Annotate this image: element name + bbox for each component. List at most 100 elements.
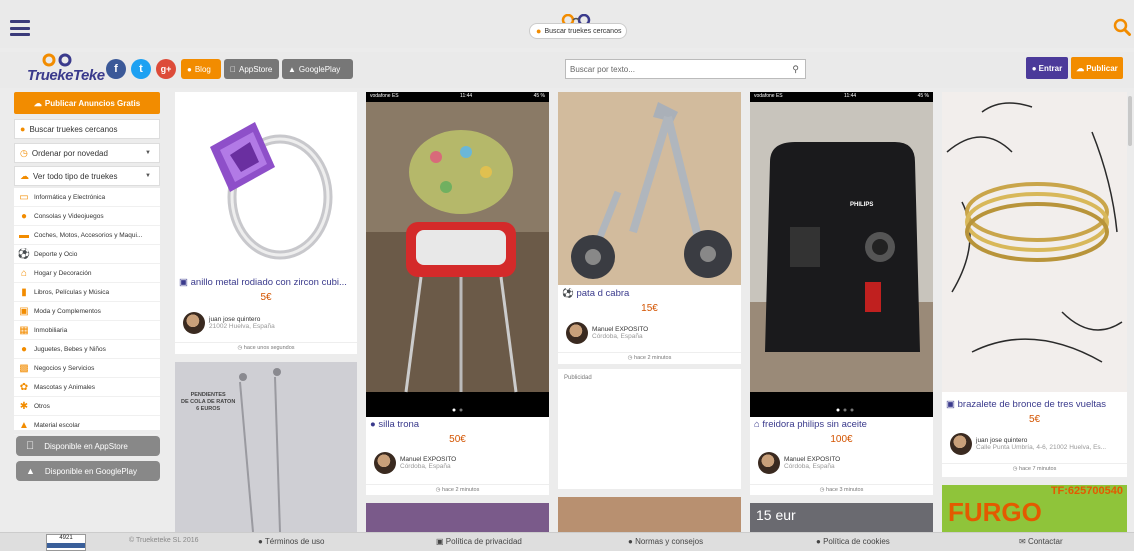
menu-icon[interactable] xyxy=(10,20,30,36)
footer-cookies-link[interactable]: ● Política de cookies xyxy=(816,537,890,546)
footer-privacy-link[interactable]: ▣ Política de privacidad xyxy=(436,537,522,546)
seller-name: Manuel EXPOSITO xyxy=(784,456,841,463)
listing-title[interactable]: ▣ anillo metal rodiado con zircon cubi..… xyxy=(179,277,355,288)
footer-terms-link[interactable]: ● Términos de uso xyxy=(258,537,325,546)
listing-price: 15€ xyxy=(641,303,658,314)
listing-image[interactable] xyxy=(942,92,1127,392)
nearby-pill-label: Buscar truekes cercanos xyxy=(544,27,622,35)
category-item[interactable]: ▩ Negocios y Servicios xyxy=(14,359,160,378)
listing-image[interactable] xyxy=(558,92,741,285)
avatar[interactable] xyxy=(950,433,972,455)
seller-info[interactable]: juan jose quintero Calle Punta Umbría, 4-… xyxy=(950,433,1106,455)
seller-info[interactable]: Manuel EXPOSITO Córdoba, España xyxy=(758,452,840,474)
twitter-icon[interactable]: t xyxy=(131,59,151,79)
brand-name[interactable]: TruekeTeke xyxy=(27,67,105,84)
category-label: Consolas y Videojuegos xyxy=(34,212,104,220)
category-item[interactable]: ● Consolas y Videojuegos xyxy=(14,207,160,226)
ad-label: Publicidad xyxy=(564,375,592,381)
category-label: Libros, Películas y Música xyxy=(34,288,110,296)
nearby-filter[interactable]: ● Buscar truekes cercanos xyxy=(14,119,160,139)
publish-free-button[interactable]: ☁ Publicar Anuncios Gratis xyxy=(14,92,160,114)
listing-image[interactable] xyxy=(175,362,357,532)
category-item[interactable]: ▬ Coches, Motos, Accesorios y Maqui... xyxy=(14,226,160,245)
listing-image[interactable] xyxy=(366,102,549,417)
google-plus-icon[interactable]: g+ xyxy=(156,59,176,79)
category-item[interactable]: ✿ Mascotas y Animales xyxy=(14,378,160,397)
avatar[interactable] xyxy=(374,452,396,474)
listing-card[interactable]: vodafone ES 11:44 45 % ● silla trona 50€ M… xyxy=(366,92,549,495)
posted-time-text: hace 7 minutos xyxy=(1019,466,1057,472)
search-input[interactable]: Buscar por texto... ⚲ xyxy=(565,59,806,79)
listing-title[interactable]: ⚽ pata d cabra xyxy=(562,288,738,299)
listing-price: 5€ xyxy=(1028,414,1041,425)
search-icon[interactable] xyxy=(1113,18,1131,36)
avatar[interactable] xyxy=(758,452,780,474)
login-button[interactable]: ● Entrar xyxy=(1026,57,1068,79)
posted-time: ◷ hace 7 minutos xyxy=(942,463,1127,472)
nearby-label: Buscar truekes cercanos xyxy=(29,124,118,134)
appstore-badge[interactable]:  Disponible en AppStore xyxy=(16,436,160,456)
category-item[interactable]: ▲ Material escolar xyxy=(14,416,160,435)
envelope-icon: ✉ xyxy=(1019,537,1026,546)
listing-title-text: pata d cabra xyxy=(576,288,630,299)
googleplay-badge[interactable]: ▲ Disponible en GooglePlay xyxy=(16,461,160,481)
price-banner[interactable]: 15 eur xyxy=(750,503,933,532)
listing-price: 50€ xyxy=(449,434,466,445)
gamepad-icon: ● xyxy=(20,210,28,222)
seller-info[interactable]: Manuel EXPOSITO Córdoba, España xyxy=(374,452,456,474)
listing-title[interactable]: ● silla trona xyxy=(370,419,546,430)
listing-card[interactable]: ▣ anillo metal rodiado con zircon cubi..… xyxy=(175,92,357,354)
listing-card[interactable]: ▣ brazalete de bronce de tres vueltas 5€… xyxy=(942,92,1127,477)
briefcase-icon: ▩ xyxy=(19,362,29,374)
category-item[interactable]: ● Juguetes, Bebes y Niños xyxy=(14,340,160,359)
listing-card[interactable]: PENDIENTES DE COLA DE RATON 6 EUROS xyxy=(175,362,357,532)
seller-name: Manuel EXPOSITO xyxy=(592,326,649,333)
phone-banner-text: TF:625700540 xyxy=(1050,485,1123,497)
category-item[interactable]: ✱ Otros xyxy=(14,397,160,416)
bag-icon: ▣ xyxy=(179,277,188,288)
seller-info[interactable]: juan jose quintero 21002 Huelva, España xyxy=(183,312,275,334)
nearby-pill[interactable]: ● Buscar truekes cercanos xyxy=(529,23,627,39)
footer-rules-link[interactable]: ● Normas y consejos xyxy=(628,537,703,546)
listing-title[interactable]: ▣ brazalete de bronce de tres vueltas xyxy=(946,399,1126,410)
type-select[interactable]: ☁ Ver todo tipo de truekes ▼ xyxy=(14,166,160,186)
category-item[interactable]: ▮ Libros, Películas y Música xyxy=(14,283,160,302)
upload-cloud-icon: ☁ xyxy=(33,98,42,108)
blog-button[interactable]: ● Blog xyxy=(181,59,221,79)
listing-title[interactable]: ⌂ freidora philips sin aceite xyxy=(754,419,930,430)
seller-info[interactable]: Manuel EXPOSITO Córdoba, España xyxy=(566,322,648,344)
paw-icon: ✿ xyxy=(19,381,29,393)
seller-location: Córdoba, España xyxy=(784,463,835,470)
scrollbar-thumb[interactable] xyxy=(1128,96,1132,146)
appstore-button[interactable]: AppStore xyxy=(224,59,279,79)
googleplay-button[interactable]: ▲ GooglePlay xyxy=(282,59,353,79)
avatar[interactable] xyxy=(566,322,588,344)
avatar[interactable] xyxy=(183,312,205,334)
ad-banner[interactable]: TF:625700540 FURGO xyxy=(942,485,1127,532)
category-item[interactable]: ⚽ Deporte y Ocio xyxy=(14,245,160,264)
seller-name: juan jose quintero xyxy=(976,437,1028,444)
category-item[interactable]: ⌂ Hogar y Decoración xyxy=(14,264,160,283)
sort-select[interactable]: ◷ Ordenar por novedad ▼ xyxy=(14,143,160,163)
facebook-icon[interactable]: f xyxy=(106,59,126,79)
listing-image-partial[interactable] xyxy=(558,497,741,532)
footer-contact-link[interactable]: ✉ Contactar xyxy=(1019,537,1063,546)
category-label: Moda y Complementos xyxy=(34,307,101,315)
listing-card[interactable]: vodafone ES 11:44 45 % PHILIPS ⌂ freidora … xyxy=(750,92,933,495)
listing-image[interactable] xyxy=(750,102,933,417)
category-item[interactable]: ▭ Informática y Electrónica xyxy=(14,188,160,207)
listing-card[interactable]: ⚽ pata d cabra 15€ Manuel EXPOSITO Córdob… xyxy=(558,92,741,364)
listing-image[interactable] xyxy=(175,92,357,272)
search-small-icon[interactable]: ⚲ xyxy=(792,64,799,75)
toys-icon: ● xyxy=(370,419,376,430)
clock-icon: ◷ xyxy=(237,345,243,351)
category-item[interactable]: ▦ Inmobiliaria xyxy=(14,321,160,340)
clock-icon: ◷ xyxy=(627,355,633,361)
car-icon: ▬ xyxy=(19,229,29,241)
category-item[interactable]: ▣ Moda y Complementos xyxy=(14,302,160,321)
posted-time-text: hace unos segundos xyxy=(243,345,295,351)
listing-image-partial[interactable] xyxy=(366,503,549,532)
category-label: Coches, Motos, Accesorios y Maqui... xyxy=(34,231,143,239)
publish-button[interactable]: ☁ Publicar xyxy=(1071,57,1123,79)
clock-icon: ◷ xyxy=(20,147,28,158)
